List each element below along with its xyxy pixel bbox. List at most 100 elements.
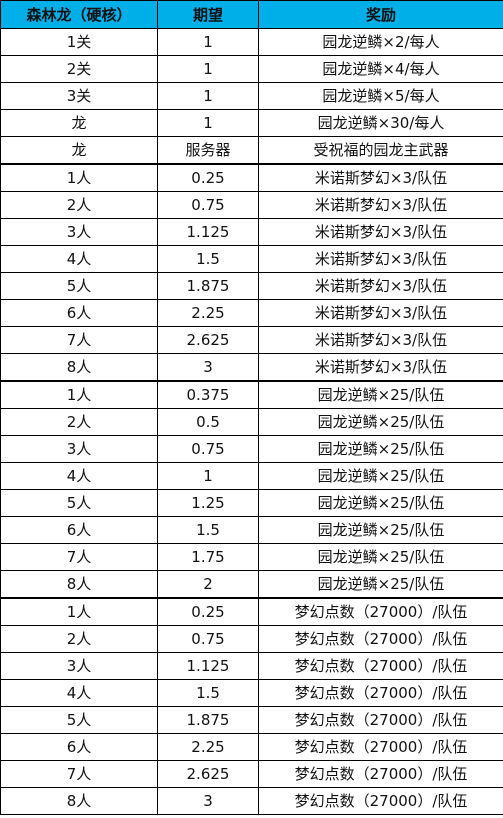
cell-reward: 园龙逆鳞×25/队伍 [258,543,503,571]
table-row: 8人 3 米诺斯梦幻×3/队伍 [0,353,503,382]
table-row: 8人 2 园龙逆鳞×25/队伍 [0,570,503,599]
cell-reward: 米诺斯梦幻×3/队伍 [258,326,503,354]
cell-reward: 梦幻点数（27000）/队伍 [258,706,503,734]
cell-expectation: 2.25 [157,299,259,327]
cell-expectation: 服务器 [157,136,259,165]
cell-expectation: 2.25 [157,733,259,761]
table-row: 1人 0.25 梦幻点数（27000）/队伍 [0,597,503,626]
cell-expectation: 0.25 [157,597,259,626]
cell-condition: 5人 [0,489,158,517]
table-row: 3人 0.75 园龙逆鳞×25/队伍 [0,435,503,463]
table-row: 7人 1.75 园龙逆鳞×25/队伍 [0,543,503,571]
table-row: 1人 0.25 米诺斯梦幻×3/队伍 [0,163,503,192]
cell-reward: 园龙逆鳞×30/每人 [258,109,503,137]
cell-condition: 4人 [0,462,158,490]
cell-condition: 2人 [0,625,158,653]
cell-reward: 米诺斯梦幻×3/队伍 [258,245,503,273]
table-row: 5人 1.875 米诺斯梦幻×3/队伍 [0,272,503,300]
cell-reward: 米诺斯梦幻×3/队伍 [258,163,503,192]
table-body: 1关 1 园龙逆鳞×2/每人 2关 1 园龙逆鳞×4/每人 3关 1 园龙逆鳞×5/每人龙 1 园龙… [0,28,503,815]
cell-condition: 5人 [0,272,158,300]
table-row: 3人 1.125 梦幻点数（27000）/队伍 [0,652,503,680]
cell-reward: 受祝福的园龙主武器 [258,136,503,165]
cell-expectation: 1 [157,82,259,110]
cell-reward: 梦幻点数（27000）/队伍 [258,760,503,788]
cell-expectation: 1.875 [157,706,259,734]
table-row: 4人 1.5 米诺斯梦幻×3/队伍 [0,245,503,273]
cell-reward: 园龙逆鳞×25/队伍 [258,435,503,463]
cell-reward: 梦幻点数（27000）/队伍 [258,787,503,815]
cell-expectation: 1.875 [157,272,259,300]
table-row: 1关 1 园龙逆鳞×2/每人 [0,28,503,56]
cell-condition: 4人 [0,679,158,707]
cell-expectation: 0.5 [157,408,259,436]
cell-expectation: 2.625 [157,760,259,788]
table-row: 3关 1 园龙逆鳞×5/每人 [0,82,503,110]
cell-condition: 1人 [0,597,158,626]
table-header: 森林龙（硬核） 期望 奖励 [0,0,503,29]
table-row: 6人 2.25 米诺斯梦幻×3/队伍 [0,299,503,327]
cell-condition: 5人 [0,706,158,734]
cell-condition: 6人 [0,733,158,761]
cell-condition: 2人 [0,408,158,436]
header-dungeon: 森林龙（硬核） [0,0,158,29]
cell-expectation: 1 [157,55,259,83]
cell-condition: 3人 [0,435,158,463]
cell-reward: 梦幻点数（27000）/队伍 [258,652,503,680]
table-row: 7人 2.625 梦幻点数（27000）/队伍 [0,760,503,788]
cell-condition: 2关 [0,55,158,83]
cell-expectation: 0.75 [157,435,259,463]
cell-condition: 1人 [0,163,158,192]
cell-condition: 8人 [0,353,158,382]
cell-condition: 4人 [0,245,158,273]
cell-condition: 2人 [0,191,158,219]
cell-reward: 园龙逆鳞×25/队伍 [258,462,503,490]
cell-reward: 米诺斯梦幻×3/队伍 [258,353,503,382]
cell-condition: 8人 [0,570,158,599]
cell-reward: 园龙逆鳞×25/队伍 [258,380,503,409]
table-row: 1人 0.375 园龙逆鳞×25/队伍 [0,380,503,409]
cell-condition: 1关 [0,28,158,56]
table-row: 4人 1.5 梦幻点数（27000）/队伍 [0,679,503,707]
cell-expectation: 3 [157,787,259,815]
cell-condition: 3人 [0,218,158,246]
cell-expectation: 1.125 [157,218,259,246]
cell-condition: 3关 [0,82,158,110]
cell-expectation: 0.25 [157,163,259,192]
cell-condition: 7人 [0,760,158,788]
table-row: 8人 3 梦幻点数（27000）/队伍 [0,787,503,815]
cell-expectation: 1.125 [157,652,259,680]
cell-reward: 梦幻点数（27000）/队伍 [258,679,503,707]
cell-reward: 园龙逆鳞×25/队伍 [258,489,503,517]
cell-expectation: 2 [157,570,259,599]
cell-expectation: 1.75 [157,543,259,571]
cell-reward: 梦幻点数（27000）/队伍 [258,733,503,761]
table-row: 6人 1.5 园龙逆鳞×25/队伍 [0,516,503,544]
table-row: 3人 1.125 米诺斯梦幻×3/队伍 [0,218,503,246]
cell-expectation: 1 [157,462,259,490]
cell-condition: 龙 [0,109,158,137]
cell-expectation: 0.375 [157,380,259,409]
cell-expectation: 0.75 [157,191,259,219]
cell-expectation: 2.625 [157,326,259,354]
cell-reward: 园龙逆鳞×25/队伍 [258,516,503,544]
cell-expectation: 1.25 [157,489,259,517]
cell-reward: 园龙逆鳞×25/队伍 [258,408,503,436]
cell-condition: 3人 [0,652,158,680]
table-row: 5人 1.875 梦幻点数（27000）/队伍 [0,706,503,734]
cell-expectation: 1 [157,109,259,137]
cell-reward: 园龙逆鳞×25/队伍 [258,570,503,599]
cell-reward: 梦幻点数（27000）/队伍 [258,597,503,626]
cell-expectation: 1.5 [157,245,259,273]
table-row: 6人 2.25 梦幻点数（27000）/队伍 [0,733,503,761]
cell-reward: 梦幻点数（27000）/队伍 [258,625,503,653]
cell-condition: 6人 [0,299,158,327]
table-row: 5人 1.25 园龙逆鳞×25/队伍 [0,489,503,517]
cell-condition: 6人 [0,516,158,544]
table-row: 2人 0.5 园龙逆鳞×25/队伍 [0,408,503,436]
cell-expectation: 1 [157,28,259,56]
cell-expectation: 1.5 [157,679,259,707]
cell-condition: 1人 [0,380,158,409]
cell-expectation: 0.75 [157,625,259,653]
table-row: 龙服务器 受祝福的园龙主武器 [0,136,503,165]
